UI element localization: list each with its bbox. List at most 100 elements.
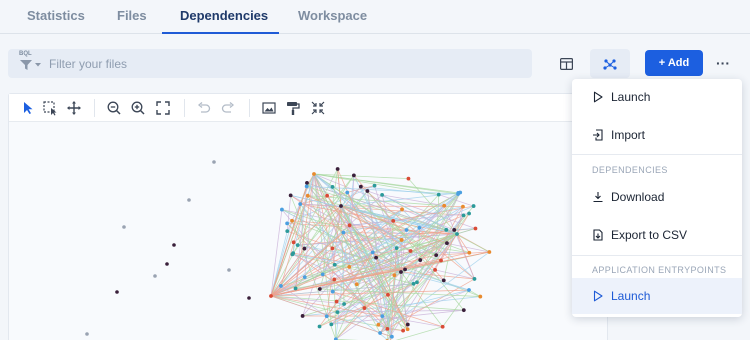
graph-node[interactable]: [354, 282, 359, 287]
graph-node[interactable]: [399, 238, 404, 242]
graph-node[interactable]: [122, 225, 126, 229]
graph-node[interactable]: [467, 211, 471, 216]
graph-node[interactable]: [433, 267, 438, 272]
graph-node[interactable]: [455, 232, 459, 236]
graph-node[interactable]: [305, 193, 310, 198]
network-graph[interactable]: [9, 122, 607, 340]
graph-node[interactable]: [439, 258, 443, 263]
graph-node[interactable]: [153, 274, 157, 278]
graph-node[interactable]: [401, 328, 405, 333]
graph-node[interactable]: [298, 202, 303, 206]
menu-item-import[interactable]: Import: [572, 117, 742, 153]
graph-node[interactable]: [392, 273, 397, 278]
graph-node[interactable]: [347, 223, 352, 228]
box-select-icon[interactable]: [42, 100, 58, 116]
graph-node[interactable]: [317, 287, 322, 291]
graph-node[interactable]: [172, 243, 176, 247]
graph-node[interactable]: [247, 296, 251, 300]
graph-node[interactable]: [279, 284, 283, 288]
graph-node[interactable]: [362, 306, 367, 310]
graph-node[interactable]: [473, 226, 478, 231]
redo-icon[interactable]: [220, 100, 236, 116]
graph-node[interactable]: [472, 277, 477, 281]
graph-node[interactable]: [442, 203, 447, 208]
add-button[interactable]: + Add: [645, 50, 703, 76]
graph-node[interactable]: [300, 314, 305, 318]
graph-node[interactable]: [295, 243, 300, 248]
graph-node[interactable]: [372, 183, 377, 188]
graph-node[interactable]: [418, 258, 423, 262]
graph-node[interactable]: [332, 277, 337, 282]
tab-workspace[interactable]: Workspace: [298, 8, 367, 34]
graph-node[interactable]: [304, 184, 309, 189]
paint-roller-icon[interactable]: [285, 100, 301, 116]
graph-node[interactable]: [380, 192, 385, 197]
graph-node[interactable]: [478, 294, 483, 299]
graph-node[interactable]: [434, 253, 439, 258]
cursor-icon[interactable]: [20, 100, 36, 116]
graph-node[interactable]: [227, 268, 231, 272]
graph-node[interactable]: [312, 172, 316, 176]
graph-node[interactable]: [325, 193, 330, 198]
graph-node[interactable]: [403, 267, 407, 272]
graph-node[interactable]: [347, 264, 352, 269]
graph-node[interactable]: [461, 308, 466, 313]
graph-node[interactable]: [341, 230, 346, 235]
graph-node[interactable]: [212, 160, 216, 164]
graph-node[interactable]: [324, 314, 329, 319]
graph-node[interactable]: [456, 192, 460, 196]
graph-node[interactable]: [374, 255, 378, 260]
graph-view-button[interactable]: [590, 49, 630, 78]
graph-node[interactable]: [85, 332, 89, 336]
graph-node[interactable]: [471, 204, 476, 208]
zoom-out-icon[interactable]: [106, 100, 122, 116]
graph-node[interactable]: [330, 289, 335, 294]
graph-node[interactable]: [291, 240, 296, 245]
graph-node[interactable]: [445, 241, 449, 246]
menu-item-download[interactable]: Download: [572, 179, 742, 215]
graph-node[interactable]: [293, 286, 298, 291]
graph-node[interactable]: [280, 207, 284, 212]
graph-node[interactable]: [115, 290, 119, 294]
graph-node[interactable]: [342, 302, 347, 306]
graph-node[interactable]: [345, 190, 350, 195]
graph-node[interactable]: [351, 173, 356, 178]
graph-node[interactable]: [404, 228, 409, 232]
collapse-icon[interactable]: [310, 100, 326, 116]
graph-node[interactable]: [386, 292, 390, 297]
graph-node[interactable]: [441, 278, 446, 283]
move-icon[interactable]: [66, 100, 82, 116]
fit-screen-icon[interactable]: [155, 100, 171, 116]
graph-node[interactable]: [399, 270, 403, 274]
graph-node[interactable]: [394, 246, 399, 251]
graph-node[interactable]: [285, 229, 290, 233]
menu-item-entrypoint-launch[interactable]: Launch: [572, 278, 742, 314]
graph-node[interactable]: [444, 227, 449, 232]
filter-input[interactable]: [49, 55, 519, 73]
graph-node[interactable]: [487, 250, 492, 254]
graph-node[interactable]: [290, 218, 294, 223]
graph-node[interactable]: [440, 324, 445, 329]
graph-node[interactable]: [335, 310, 340, 315]
graph-node[interactable]: [329, 322, 334, 327]
graph-node[interactable]: [330, 185, 335, 189]
graph-node[interactable]: [411, 281, 416, 286]
graph-node[interactable]: [405, 327, 410, 332]
graph-node[interactable]: [288, 193, 293, 198]
graph-node[interactable]: [417, 225, 422, 230]
graph-node[interactable]: [285, 221, 290, 226]
graph-node[interactable]: [302, 246, 307, 251]
tab-files[interactable]: Files: [117, 8, 147, 34]
graph-node[interactable]: [302, 275, 307, 280]
graph-node[interactable]: [376, 322, 381, 327]
graph-node[interactable]: [269, 294, 273, 298]
graph-node[interactable]: [405, 322, 410, 327]
graph-node[interactable]: [330, 246, 335, 251]
graph-node[interactable]: [358, 184, 363, 189]
graph-node[interactable]: [461, 213, 466, 218]
graph-node[interactable]: [165, 262, 169, 266]
graph-node[interactable]: [406, 176, 411, 181]
menu-item-launch[interactable]: Launch: [572, 79, 742, 115]
tab-dependencies[interactable]: Dependencies: [162, 8, 279, 34]
graph-node[interactable]: [370, 250, 375, 255]
